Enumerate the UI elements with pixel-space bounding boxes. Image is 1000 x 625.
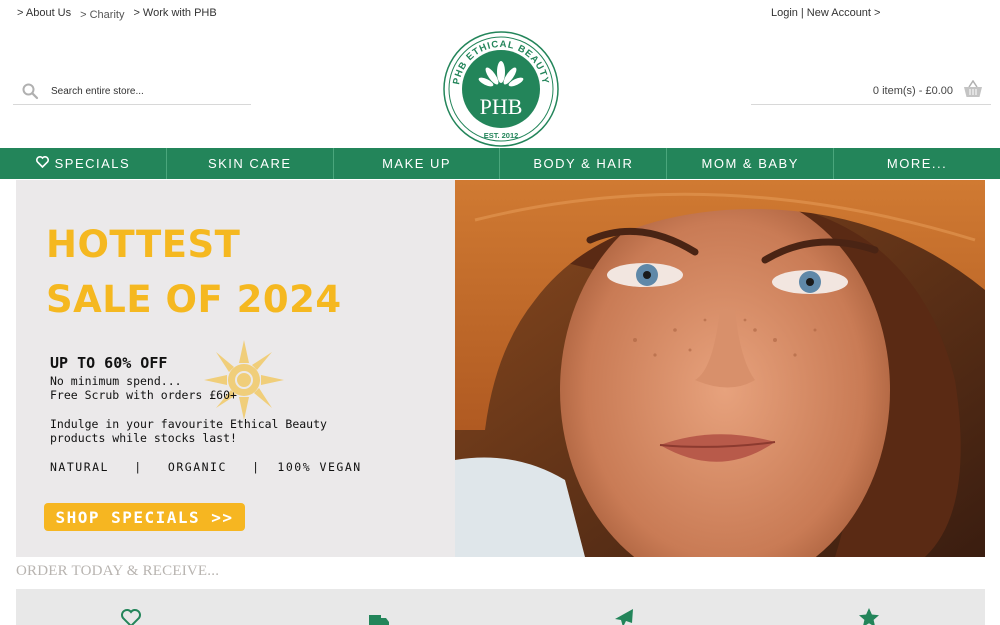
- search-input[interactable]: [51, 85, 241, 97]
- main-nav: SPECIALS SKIN CARE MAKE UP BODY & HAIR M…: [0, 148, 1000, 179]
- nav-item-label: MOM & BABY: [701, 156, 799, 171]
- offer-title: UP TO 60% OFF: [50, 354, 168, 372]
- hero-headline: HOTTEST SALE OF 2024: [46, 217, 342, 327]
- nav-item-label: BODY & HAIR: [533, 156, 634, 171]
- login-link[interactable]: Login: [771, 7, 798, 19]
- plane-icon: [613, 607, 635, 625]
- phb-logo[interactable]: PHB ETHICAL BEAUTY PHB EST. 2012: [442, 30, 560, 148]
- star-icon: [858, 607, 880, 625]
- account-separator: |: [800, 7, 804, 19]
- heart-icon: [35, 156, 49, 171]
- basket-icon[interactable]: [963, 79, 983, 103]
- top-links: > About Us > Charity > Work with PHB: [17, 7, 217, 21]
- search-icon[interactable]: [21, 82, 39, 100]
- order-today-heading: ORDER TODAY & RECEIVE...: [16, 563, 220, 579]
- nav-item-label: MORE...: [886, 156, 948, 171]
- hero-body-line-1: Indulge in your favourite Ethical Beauty: [50, 417, 327, 431]
- truck-icon: [368, 607, 390, 625]
- nav-item-body-hair[interactable]: BODY & HAIR: [500, 148, 668, 179]
- cart-summary[interactable]: 0 item(s) - £0.00: [751, 78, 991, 105]
- logo-emblem: PHB ETHICAL BEAUTY PHB EST. 2012: [443, 31, 559, 147]
- nav-item-skin-care[interactable]: SKIN CARE: [167, 148, 334, 179]
- benefits-bar: [16, 589, 985, 625]
- sun-icon: [199, 335, 289, 425]
- hero-headline-line1: HOTTEST: [46, 223, 241, 266]
- nav-item-more[interactable]: MORE...: [834, 148, 1000, 179]
- nav-item-label: SPECIALS: [54, 156, 131, 171]
- offer-line-1: No minimum spend...: [50, 374, 182, 388]
- nav-item-mom-baby[interactable]: MOM & BABY: [667, 148, 835, 179]
- product-badges: NATURAL | ORGANIC | 100% VEGAN: [50, 460, 362, 474]
- account-links: Login | New Account >: [771, 7, 880, 19]
- offer-line-2: Free Scrub with orders £60+: [50, 388, 237, 402]
- cart-summary-text: 0 item(s) - £0.00: [872, 85, 953, 97]
- shop-specials-button[interactable]: SHOP SPECIALS >>: [44, 503, 245, 531]
- nav-item-make-up[interactable]: MAKE UP: [334, 148, 501, 179]
- nav-item-specials[interactable]: SPECIALS: [0, 148, 167, 179]
- logo-brand-text: PHB: [480, 94, 523, 119]
- work-with-phb-link[interactable]: > Work with PHB: [133, 7, 216, 21]
- heart-outline-icon: [120, 607, 142, 625]
- nav-item-label: MAKE UP: [382, 156, 452, 171]
- search-bar: [13, 78, 251, 105]
- new-account-link[interactable]: New Account >: [807, 7, 881, 19]
- logo-est-text: EST. 2012: [484, 131, 519, 140]
- about-us-link[interactable]: > About Us: [17, 7, 71, 21]
- hero-banner[interactable]: HOTTEST SALE OF 2024 UP TO 60% OFF No mi…: [16, 180, 985, 557]
- hero-text-panel: HOTTEST SALE OF 2024 UP TO 60% OFF No mi…: [16, 180, 455, 557]
- hero-photo: [455, 180, 985, 557]
- hero-body-line-2: products while stocks last!: [50, 431, 237, 445]
- charity-link[interactable]: > Charity: [80, 9, 124, 21]
- hero-headline-line2: SALE OF 2024: [46, 278, 342, 321]
- nav-item-label: SKIN CARE: [207, 156, 292, 171]
